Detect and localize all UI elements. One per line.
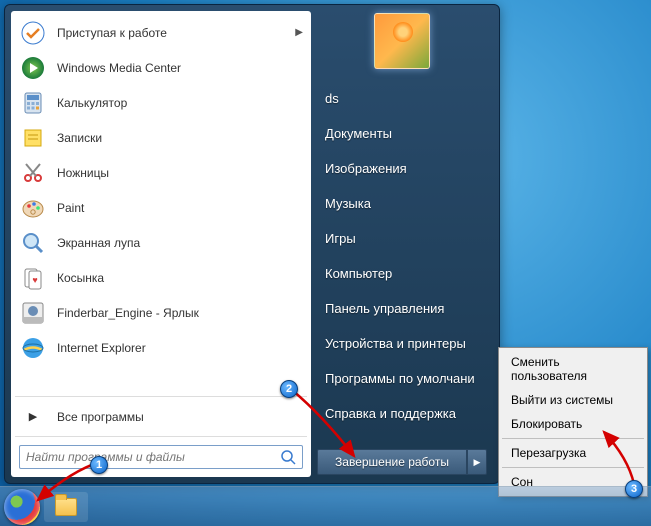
program-media-center[interactable]: Windows Media Center bbox=[11, 50, 311, 85]
magnifier-icon bbox=[19, 229, 47, 257]
getting-started-icon bbox=[19, 19, 47, 47]
program-label: Приступая к работе bbox=[57, 26, 295, 40]
search-icon bbox=[280, 449, 296, 465]
annotation-badge-3: 3 bbox=[625, 480, 643, 498]
program-magnifier[interactable]: Экранная лупа bbox=[11, 225, 311, 260]
search-row bbox=[11, 439, 311, 473]
calculator-icon bbox=[19, 89, 47, 117]
divider bbox=[15, 436, 307, 437]
right-item-computer[interactable]: Компьютер bbox=[317, 256, 487, 291]
menu-divider bbox=[502, 467, 644, 468]
program-list: Приступая к работе ▶ Windows Media Cente… bbox=[11, 15, 311, 394]
right-item-games[interactable]: Игры bbox=[317, 221, 487, 256]
all-programs-label: Все программы bbox=[57, 410, 303, 424]
program-calculator[interactable]: Калькулятор bbox=[11, 85, 311, 120]
right-item-control-panel[interactable]: Панель управления bbox=[317, 291, 487, 326]
program-label: Косынка bbox=[57, 271, 303, 285]
right-item-default-programs[interactable]: Программы по умолчани bbox=[317, 361, 487, 396]
program-snipping-tool[interactable]: Ножницы bbox=[11, 155, 311, 190]
right-item-user[interactable]: ds bbox=[317, 81, 487, 116]
pm-lock[interactable]: Блокировать bbox=[501, 412, 645, 436]
ie-icon bbox=[19, 334, 47, 362]
user-avatar[interactable] bbox=[374, 13, 430, 69]
program-label: Калькулятор bbox=[57, 96, 303, 110]
divider bbox=[15, 396, 307, 397]
program-label: Записки bbox=[57, 131, 303, 145]
annotation-badge-1: 1 bbox=[90, 456, 108, 474]
taskbar-explorer[interactable] bbox=[44, 492, 88, 522]
search-box[interactable] bbox=[19, 445, 303, 469]
solitaire-icon: ♥ bbox=[19, 264, 47, 292]
menu-divider bbox=[502, 438, 644, 439]
pm-switch-user[interactable]: Сменить пользователя bbox=[501, 350, 645, 388]
sticky-notes-icon bbox=[19, 124, 47, 152]
all-programs[interactable]: ▶ Все программы bbox=[11, 399, 311, 434]
program-label: Ножницы bbox=[57, 166, 303, 180]
taskbar bbox=[0, 486, 651, 526]
annotation-badge-2: 2 bbox=[280, 380, 298, 398]
program-label: Paint bbox=[57, 201, 303, 215]
svg-text:♥: ♥ bbox=[32, 275, 37, 285]
explorer-icon bbox=[55, 498, 77, 516]
start-menu: Приступая к работе ▶ Windows Media Cente… bbox=[4, 4, 500, 484]
shutdown-button[interactable]: Завершение работы bbox=[317, 449, 467, 475]
pm-logoff[interactable]: Выйти из системы bbox=[501, 388, 645, 412]
right-item-pictures[interactable]: Изображения bbox=[317, 151, 487, 186]
power-options-menu: Сменить пользователя Выйти из системы Бл… bbox=[498, 347, 648, 497]
shutdown-row: Завершение работы ▶ bbox=[317, 449, 487, 475]
pm-restart[interactable]: Перезагрузка bbox=[501, 441, 645, 465]
program-label: Internet Explorer bbox=[57, 341, 303, 355]
start-button[interactable] bbox=[4, 489, 40, 525]
shortcut-icon bbox=[19, 299, 47, 327]
right-item-documents[interactable]: Документы bbox=[317, 116, 487, 151]
start-menu-right-pane: ds Документы Изображения Музыка Игры Ком… bbox=[311, 11, 493, 477]
scissors-icon bbox=[19, 159, 47, 187]
program-label: Windows Media Center bbox=[57, 61, 303, 75]
program-paint[interactable]: Paint bbox=[11, 190, 311, 225]
right-item-music[interactable]: Музыка bbox=[317, 186, 487, 221]
program-finderbar[interactable]: Finderbar_Engine - Ярлык bbox=[11, 295, 311, 330]
program-label: Finderbar_Engine - Ярлык bbox=[57, 306, 303, 320]
paint-icon bbox=[19, 194, 47, 222]
right-item-devices[interactable]: Устройства и принтеры bbox=[317, 326, 487, 361]
chevron-right-icon: ▶ bbox=[474, 457, 481, 468]
program-solitaire[interactable]: ♥ Косынка bbox=[11, 260, 311, 295]
shutdown-options-button[interactable]: ▶ bbox=[467, 449, 487, 475]
search-input[interactable] bbox=[26, 450, 280, 464]
right-item-help[interactable]: Справка и поддержка bbox=[317, 396, 487, 431]
submenu-arrow-icon: ▶ bbox=[295, 27, 303, 38]
start-menu-left-pane: Приступая к работе ▶ Windows Media Cente… bbox=[11, 11, 311, 477]
shutdown-label: Завершение работы bbox=[335, 455, 449, 469]
user-avatar-wrap bbox=[317, 13, 487, 69]
program-label: Экранная лупа bbox=[57, 236, 303, 250]
all-programs-arrow-icon: ▶ bbox=[19, 403, 47, 431]
program-internet-explorer[interactable]: Internet Explorer bbox=[11, 330, 311, 365]
media-center-icon bbox=[19, 54, 47, 82]
program-sticky-notes[interactable]: Записки bbox=[11, 120, 311, 155]
program-getting-started[interactable]: Приступая к работе ▶ bbox=[11, 15, 311, 50]
